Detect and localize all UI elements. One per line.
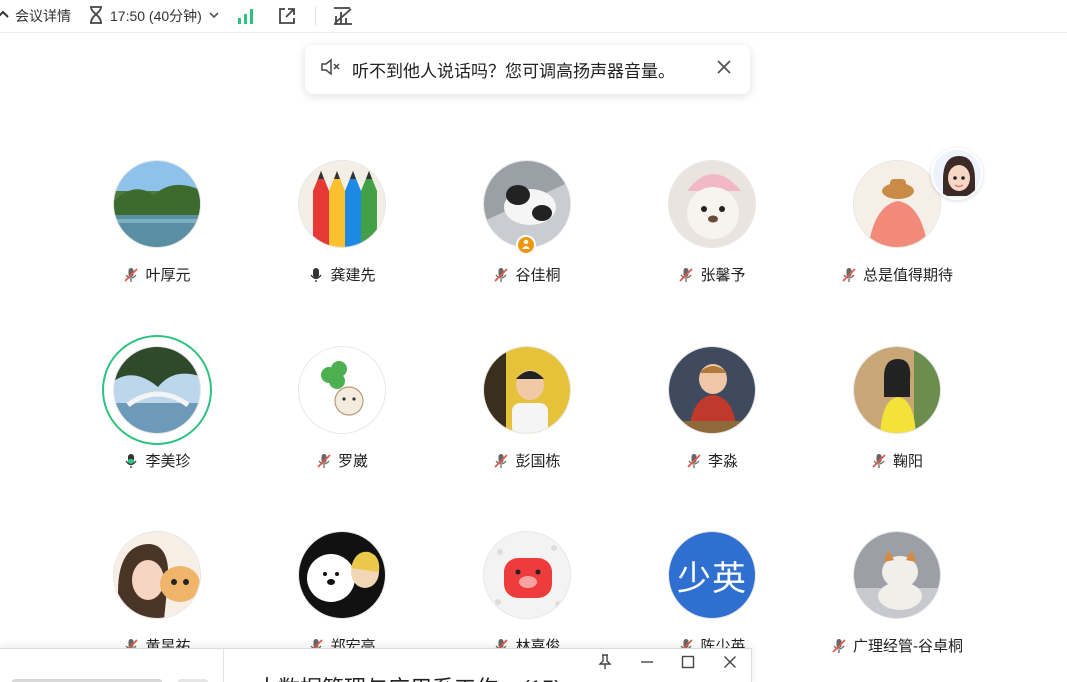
participant-name-row: 广理经管-谷卓桐 (827, 635, 967, 656)
participant-tile[interactable]: 广理经管-谷卓桐 (827, 531, 967, 681)
network-signal-icon[interactable] (237, 0, 255, 32)
avatar (853, 531, 941, 619)
participant-name: 罗崴 (337, 453, 368, 470)
chat-sidebar (0, 649, 224, 682)
participant-name-row: 叶厚元 (87, 264, 227, 285)
mic-muted-icon (123, 267, 139, 283)
close-icon (723, 655, 737, 674)
avatar (668, 346, 756, 434)
volume-hint-toast: 听不到他人说话吗？您可调高扬声器音量。 (305, 45, 750, 94)
hourglass-icon (87, 5, 105, 28)
avatar (668, 160, 756, 248)
chevron-up-icon (0, 8, 10, 25)
mic-speaking-icon (123, 453, 139, 469)
stats-icon[interactable] (332, 0, 354, 32)
toast-close-button[interactable] (714, 59, 734, 79)
maximize-button[interactable] (677, 655, 699, 673)
mic-muted-icon (841, 267, 857, 283)
participant-name-row: 鞠阳 (827, 450, 967, 471)
participant-name: 李美珍 (145, 453, 191, 470)
avatar (113, 346, 201, 434)
participant-tile[interactable]: 总是值得期待 (827, 148, 983, 310)
participant-name-row: 张馨予 (642, 264, 782, 285)
avatar (113, 531, 201, 619)
chat-title: 大数据管理与应用系工作... (15) (256, 671, 562, 682)
toast-message: 听不到他人说话吗？您可调高扬声器音量。 (352, 62, 675, 81)
participant-name-row: 彭国栋 (457, 450, 597, 471)
participant-name-row: 龚建先 (272, 264, 412, 285)
participant-tile[interactable]: 龚建先 (272, 160, 412, 310)
minimize-icon (640, 655, 654, 674)
minimize-button[interactable] (636, 655, 658, 673)
mic-muted-icon (871, 453, 887, 469)
participant-tile[interactable]: 鞠阳 (827, 346, 967, 496)
mic-muted-icon (831, 638, 847, 654)
avatar: 少英 (668, 531, 756, 619)
participant-name-row: 罗崴 (272, 450, 412, 471)
self-avatar[interactable] (931, 148, 983, 200)
participant-name-row: 谷佳桐 (457, 264, 597, 285)
avatar (298, 531, 386, 619)
chat-window: 大数据管理与应用系工作... (15) (0, 648, 752, 682)
mic-muted-icon (678, 267, 694, 283)
maximize-icon (681, 655, 695, 674)
avatar (483, 531, 571, 619)
participant-name: 总是值得期待 (862, 267, 953, 284)
participant-name-row: 总是值得期待 (827, 264, 967, 285)
participant-tile[interactable]: 彭国栋 (457, 346, 597, 496)
participant-tile[interactable]: 张馨予 (642, 160, 782, 310)
close-window-button[interactable] (719, 655, 741, 673)
close-icon (717, 59, 731, 79)
person-icon (521, 236, 531, 254)
avatar (853, 160, 941, 248)
participant-tile[interactable]: 罗崴 (272, 346, 412, 496)
participant-name: 李淼 (707, 453, 738, 470)
popout-icon[interactable] (277, 0, 297, 32)
toolbar-divider (314, 7, 316, 25)
host-badge (516, 235, 536, 255)
avatar (298, 346, 386, 434)
avatar (483, 346, 571, 434)
mic-icon (308, 267, 324, 283)
participant-name: 龚建先 (330, 267, 376, 284)
participant-name: 广理经管-谷卓桐 (853, 638, 963, 655)
participant-tile[interactable]: 李美珍 (87, 335, 227, 496)
participant-name: 彭国栋 (515, 453, 561, 470)
participant-tile[interactable]: 叶厚元 (87, 160, 227, 310)
avatar (113, 160, 201, 248)
participant-tile[interactable]: 李淼 (642, 346, 782, 496)
speaker-muted-icon (320, 58, 342, 81)
participant-name: 张馨予 (700, 267, 746, 284)
top-toolbar: 会议详情 17:50 (40分钟) (0, 0, 1067, 33)
participant-name: 鞠阳 (892, 453, 923, 470)
participant-name: 叶厚元 (145, 267, 191, 284)
avatar-initials: 少英 (669, 532, 755, 618)
mic-muted-icon (493, 267, 509, 283)
participant-name-row: 李美珍 (87, 450, 227, 471)
mic-muted-icon (316, 453, 332, 469)
avatar (853, 346, 941, 434)
mic-muted-icon (493, 453, 509, 469)
meeting-window: 会议详情 17:50 (40分钟) 听不到他人说话吗？您可调高扬声器音量。 叶厚… (0, 0, 1067, 682)
timer-text: 17:50 (40分钟) (110, 8, 202, 24)
meeting-timer[interactable]: 17:50 (40分钟) (87, 0, 219, 32)
avatar (298, 160, 386, 248)
pin-icon (598, 653, 612, 675)
pin-button[interactable] (594, 653, 616, 675)
participant-name: 谷佳桐 (515, 267, 561, 284)
mic-muted-icon (686, 453, 702, 469)
chevron-down-icon (209, 10, 219, 23)
participant-tile[interactable]: 谷佳桐 (457, 160, 597, 310)
meeting-details-label: 会议详情 (15, 8, 71, 24)
meeting-details-button[interactable]: 会议详情 (0, 0, 71, 32)
participant-name-row: 李淼 (642, 450, 782, 471)
